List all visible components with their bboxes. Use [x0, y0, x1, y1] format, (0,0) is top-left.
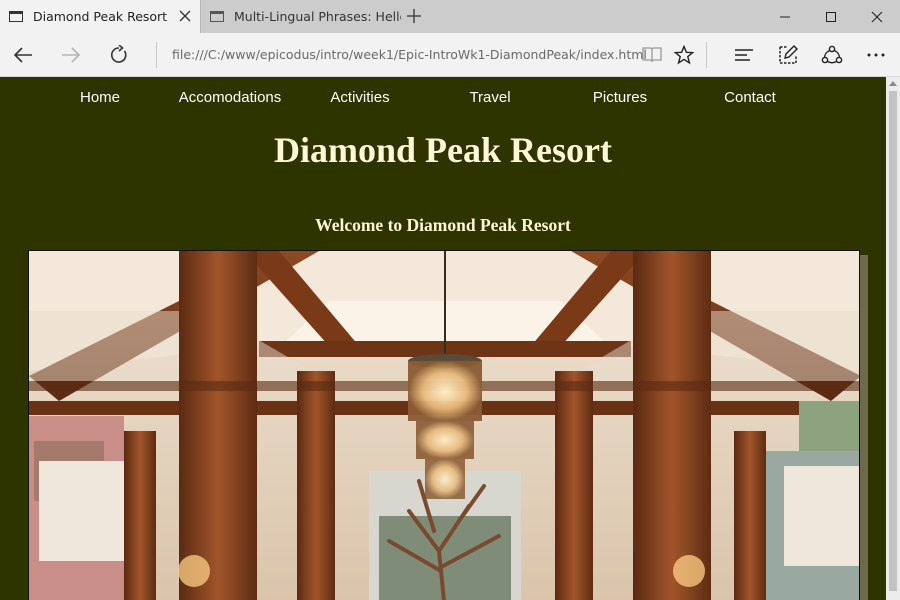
new-tab-icon[interactable]	[406, 8, 422, 24]
close-window-button[interactable]	[854, 0, 900, 33]
more-button[interactable]	[861, 41, 891, 69]
tab-close-icon[interactable]	[178, 9, 192, 23]
refresh-button[interactable]	[104, 41, 134, 69]
minimize-icon	[780, 16, 790, 17]
minimize-button[interactable]	[762, 0, 808, 33]
tab-multi-lingual-phrases[interactable]: Multi-Lingual Phrases: Hello	[200, 0, 401, 33]
hero-shadow	[860, 255, 868, 600]
favorite-button[interactable]	[669, 41, 699, 69]
page-icon	[210, 11, 224, 22]
favorite-star-icon	[674, 45, 694, 65]
welcome-heading: Welcome to Diamond Peak Resort	[315, 215, 571, 235]
reading-view-icon	[642, 47, 662, 63]
vertical-scrollbar[interactable]	[886, 77, 900, 600]
nav-home[interactable]: Home	[80, 89, 120, 106]
hub-icon	[735, 49, 753, 61]
nav-pictures[interactable]: Pictures	[593, 89, 647, 106]
web-note-button[interactable]	[773, 41, 803, 69]
tab-strip: Diamond Peak Resort Multi-Lingual Phrase…	[0, 0, 900, 33]
close-icon	[871, 11, 883, 22]
page-title: Diamond Peak Resort	[274, 130, 612, 170]
tab-title: Diamond Peak Resort	[33, 9, 168, 24]
scroll-up-arrow[interactable]	[889, 81, 897, 86]
web-page: Home Accomodations Activities Travel Pic…	[0, 77, 886, 600]
more-icon	[867, 53, 885, 57]
maximize-button[interactable]	[808, 0, 854, 33]
tab-diamond-peak-resort[interactable]: Diamond Peak Resort	[0, 0, 200, 33]
forward-button[interactable]	[56, 41, 86, 69]
web-note-icon	[779, 45, 798, 64]
nav-accomodations[interactable]: Accomodations	[179, 89, 282, 106]
tab-title: Multi-Lingual Phrases: Hello	[234, 9, 401, 24]
hub-button[interactable]	[729, 41, 759, 69]
toolbar-separator	[706, 42, 707, 68]
nav-travel[interactable]: Travel	[469, 89, 510, 106]
nav-activities[interactable]: Activities	[330, 89, 389, 106]
share-icon	[821, 45, 843, 64]
toolbar-separator	[156, 42, 157, 68]
maximize-icon	[826, 11, 836, 22]
scroll-thumb[interactable]	[889, 91, 897, 591]
back-button[interactable]	[8, 41, 38, 69]
reading-view-button[interactable]	[637, 41, 667, 69]
address-bar[interactable]: file:///C:/www/epicodus/intro/week1/Epic…	[172, 47, 647, 62]
site-nav: Home Accomodations Activities Travel Pic…	[0, 77, 886, 119]
page-icon	[9, 11, 23, 22]
nav-contact[interactable]: Contact	[724, 89, 776, 106]
back-icon	[13, 47, 32, 63]
hero-image	[28, 250, 860, 600]
browser-toolbar: file:///C:/www/epicodus/intro/week1/Epic…	[0, 33, 900, 77]
refresh-icon	[111, 45, 127, 63]
share-button[interactable]	[817, 41, 847, 69]
lobby-photo	[29, 251, 859, 600]
forward-icon	[62, 47, 81, 63]
